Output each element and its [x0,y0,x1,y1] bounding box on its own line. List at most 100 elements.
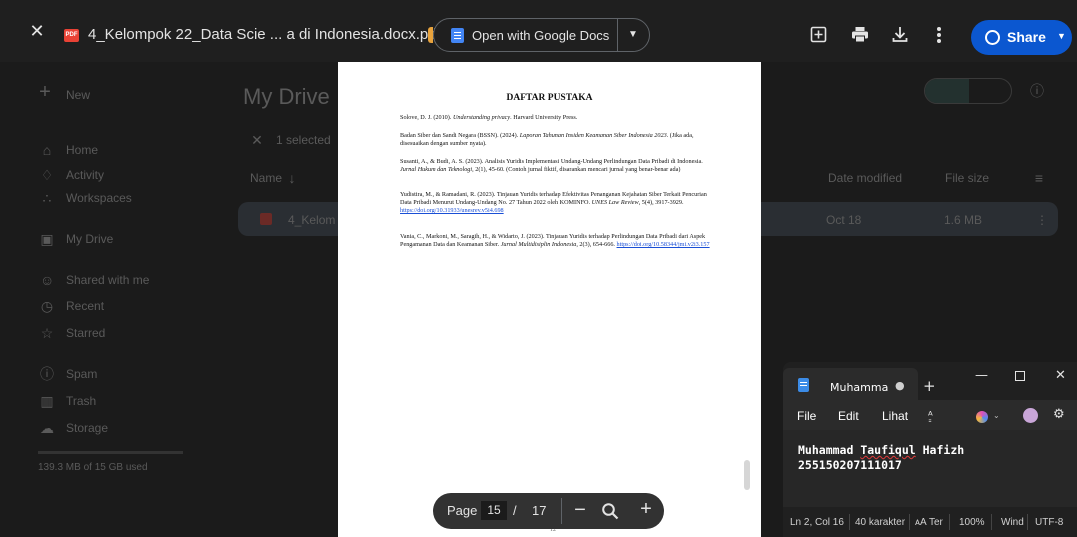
nav-item-storage[interactable]: Storage [66,421,108,435]
storage-bar [38,451,183,454]
nav-item-activity[interactable]: Activity [66,168,104,182]
caret-down-icon[interactable]: ▼ [1057,31,1066,41]
selected-count: 1 selected [276,133,331,147]
open-with-button[interactable]: Open with Google Docs ▼ [433,18,650,52]
nav-item-spam[interactable]: Spam [66,367,97,381]
open-with-label: Open with Google Docs [472,28,610,43]
new-button-label[interactable]: New [66,88,90,102]
info-icon[interactable]: ⓘ [1030,84,1044,98]
line-ending[interactable]: Wind [1001,517,1024,528]
nav-item-recent[interactable]: Recent [66,299,104,313]
menu-view[interactable]: Lihat [882,409,908,423]
caret-down-icon[interactable]: ▼ [628,29,638,40]
close-icon[interactable]: ✕ [1055,368,1066,383]
arrow-down-icon: ↓ [288,170,296,186]
divider [849,514,850,530]
maximize-icon[interactable] [1015,371,1025,381]
page-total: 17 [532,503,547,518]
nav-item-my-drive[interactable]: My Drive [66,232,113,246]
page-heading: DAFTAR PUSTAKA [506,93,593,103]
unsaved-dot-icon[interactable]: ● [895,379,905,392]
workspaces-icon: ∴ [42,190,52,206]
plus-icon[interactable]: + [38,82,52,102]
close-icon[interactable]: ✕ [28,22,46,40]
download-icon[interactable] [892,26,908,43]
globe-icon [985,30,1000,45]
font-size-icon[interactable]: ᴬ͇ [928,409,933,422]
column-name[interactable]: Name [250,171,282,185]
column-modified[interactable]: Date modified [828,171,902,185]
divider [991,514,992,530]
pdf-page[interactable]: DAFTAR PUSTAKA Solove, D. J. (2010). Und… [338,62,761,537]
star-icon: ☆ [40,325,54,341]
notepad-tab[interactable]: Muhamma ● [783,368,918,400]
divider [949,514,950,530]
viewer-toolbar: ✕ PDF 4_Kelompok 22_Data Scie ... a di I… [0,0,1077,62]
editor-line: 255150207111017 [798,458,902,472]
reference-item: Solove, D. J. (2010). Understanding priv… [400,114,578,121]
file-modified: Oct 18 [826,213,862,227]
clear-selection-icon[interactable]: ✕ [250,133,264,147]
notepad-menubar: File Edit Lihat ᴬ͇ ⌄ ⚙ [783,400,1077,430]
text-format[interactable]: Ter [929,517,943,528]
copilot-icon[interactable] [976,411,988,423]
editor-line: Muhammad Taufiqul Hafizh [798,443,965,457]
text-format-icon[interactable]: ᴀA [915,517,927,528]
zoom-icon[interactable] [601,502,619,520]
nav-item-workspaces[interactable]: Workspaces [66,191,132,205]
divider [561,498,562,524]
google-docs-icon [451,28,464,43]
cursor-position[interactable]: Ln 2, Col 16 [790,517,844,528]
drive-title: My Drive [243,84,330,109]
nav-item-trash[interactable]: Trash [66,394,96,408]
scrollbar-thumb[interactable] [744,460,750,490]
encoding[interactable]: UTF-8 [1035,517,1063,528]
minimize-icon[interactable]: — [975,368,988,383]
reference-item: Badan Siber dan Sandi Negara (BSSN). (20… [400,132,694,147]
nav-item-home[interactable]: Home [66,143,98,157]
tab-title: Muhamma [830,381,889,394]
trash-icon: ▥ [40,393,54,409]
page-number-input[interactable] [481,501,507,520]
divider [617,19,618,51]
new-tab-icon[interactable]: + [923,377,936,395]
view-toggle[interactable] [924,78,1012,104]
menu-file[interactable]: File [797,409,816,423]
home-icon: ⌂ [42,142,52,158]
char-count: 40 karakter [855,517,906,528]
add-comment-icon[interactable] [810,26,827,43]
notepad-window[interactable]: Muhamma ● + — ✕ File Edit Lihat ᴬ͇ ⌄ ⚙ M… [783,362,1077,537]
sort-icon[interactable]: ≡ [1032,171,1046,185]
zoom-out-icon[interactable]: − [571,500,589,520]
bell-icon: ♢ [40,167,54,183]
notepad-titlebar[interactable]: Muhamma ● + — ✕ [783,362,1077,400]
print-icon[interactable] [851,26,869,43]
more-vert-icon[interactable]: ⋮ [1036,213,1048,227]
gear-icon[interactable]: ⚙ [1053,407,1065,422]
reference-item: Vania, C., Markoni, M., Saragih, H., & W… [400,233,710,248]
divider [1027,514,1028,530]
notepad-editor[interactable]: Muhammad Taufiqul Hafizh 255150207111017 [783,430,1077,507]
chevron-down-icon[interactable]: ⌄ [993,411,1000,420]
file-size: 1.6 MB [944,213,983,227]
share-button[interactable]: Share ▼ [971,20,1072,55]
menu-edit[interactable]: Edit [838,409,859,423]
list-view-button[interactable] [925,79,969,103]
more-vert-icon[interactable] [936,26,942,44]
zoom-level[interactable]: 100% [959,517,985,528]
file-title: 4_Kelompok 22_Data Scie ... a di Indones… [88,26,441,43]
shared-icon: ☺ [40,272,55,288]
spam-icon: ⓘ [40,366,54,382]
file-name: 4_Kelom [288,213,336,227]
doi-link[interactable]: https://doi.org/10.31933/unesrev.v5i4.69… [400,207,504,214]
avatar[interactable] [1023,408,1038,423]
zoom-in-icon[interactable]: + [637,499,655,519]
page-separator: / [513,503,517,518]
column-size[interactable]: File size [945,171,989,185]
page-controls: Page / 17 − + [433,493,664,529]
nav-item-shared[interactable]: Shared with me [66,273,149,287]
pdf-file-icon: PDF [64,29,79,42]
nav-item-starred[interactable]: Starred [66,326,105,340]
notepad-icon [798,378,809,392]
doi-link[interactable]: https://doi.org/10.58344/jmi.v2i3.157 [617,241,710,248]
